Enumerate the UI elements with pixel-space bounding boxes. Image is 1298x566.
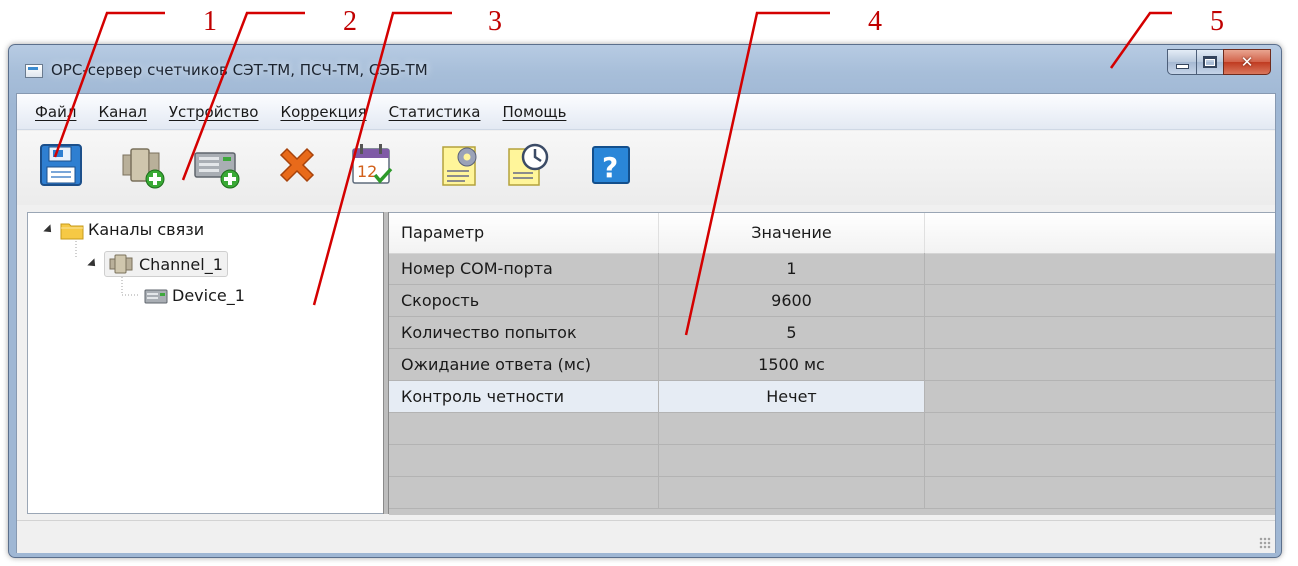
add-device-icon: [194, 152, 240, 189]
application-window: OPC-сервер счетчиков СЭТ-ТМ, ПСЧ-ТМ, СЭБ…: [8, 44, 1282, 558]
save-button[interactable]: [37, 141, 85, 189]
empty-cell: [925, 381, 1275, 412]
table-row[interactable]: Скорость 9600: [389, 285, 1275, 317]
calendar-icon: 12: [352, 144, 393, 184]
toolbar: 12 ?: [17, 131, 1275, 205]
empty-cell: [389, 413, 659, 444]
window-controls: ✕: [1167, 49, 1271, 75]
clock-document-button[interactable]: [505, 141, 553, 189]
empty-cell: [925, 349, 1275, 380]
channel-icon: [109, 254, 133, 274]
param-cell: Контроль четности: [389, 381, 659, 412]
clock-document-icon: [508, 143, 549, 186]
empty-row: [389, 445, 1275, 477]
callout-number-3: 3: [488, 6, 502, 37]
menu-channel[interactable]: Канал: [98, 103, 146, 121]
value-cell[interactable]: 5: [659, 317, 925, 348]
menu-help[interactable]: Помощь: [502, 103, 566, 121]
column-header-parameter[interactable]: Параметр: [389, 213, 659, 253]
empty-cell: [925, 285, 1275, 316]
menu-bar: Файл Канал Устройство Коррекция Статисти…: [17, 94, 1275, 130]
tree-node-label: Channel_1: [139, 254, 223, 274]
callout-number-5: 5: [1210, 6, 1224, 37]
selected-node-box: Channel_1: [104, 251, 228, 277]
save-icon: [40, 144, 82, 186]
settings-document-icon: [442, 146, 477, 186]
tree-node-root[interactable]: Каналы связи: [43, 219, 208, 240]
close-icon: ✕: [1240, 53, 1254, 71]
empty-cell: [389, 445, 659, 476]
close-button[interactable]: ✕: [1223, 49, 1271, 75]
value-cell[interactable]: 9600: [659, 285, 925, 316]
channel-tree: Каналы связи Channel_1 Device_1: [27, 212, 384, 514]
folder-icon: [60, 223, 84, 239]
resize-grip-icon[interactable]: [1259, 537, 1271, 549]
properties-grid: Параметр Значение Номер COM-порта 1 Скор…: [389, 212, 1275, 515]
calendar-button[interactable]: 12: [347, 141, 395, 189]
menu-statistics[interactable]: Статистика: [389, 103, 481, 121]
expand-arrow-icon[interactable]: [43, 223, 55, 236]
settings-document-button[interactable]: [437, 141, 485, 189]
empty-cell: [925, 317, 1275, 348]
column-header-empty: [925, 213, 1275, 253]
menu-correction[interactable]: Коррекция: [280, 103, 366, 121]
delete-button[interactable]: [273, 141, 321, 189]
menu-device[interactable]: Устройство: [169, 103, 259, 121]
grid-header: Параметр Значение: [389, 213, 1275, 254]
menu-file[interactable]: Файл: [35, 103, 76, 121]
maximize-button[interactable]: [1196, 49, 1223, 75]
column-header-value[interactable]: Значение: [659, 213, 925, 253]
empty-cell: [659, 413, 925, 444]
callout-number-4: 4: [868, 6, 882, 37]
empty-cell: [925, 413, 1275, 444]
table-row-selected[interactable]: Контроль четности Нечет: [389, 381, 1275, 413]
delete-icon: [279, 147, 315, 183]
svg-text:12: 12: [357, 162, 377, 181]
help-button[interactable]: ?: [587, 141, 635, 189]
empty-cell: [389, 477, 659, 508]
device-icon: [144, 289, 168, 303]
status-bar: [17, 520, 1275, 553]
add-channel-icon: [122, 148, 165, 189]
table-row[interactable]: Количество попыток 5: [389, 317, 1275, 349]
minimize-button[interactable]: [1167, 49, 1196, 75]
empty-cell: [925, 253, 1275, 284]
value-cell[interactable]: Нечет: [659, 381, 925, 412]
minimize-icon: [1175, 63, 1189, 69]
param-cell: Количество попыток: [389, 317, 659, 348]
tree-node-device[interactable]: Device_1: [144, 285, 249, 306]
title-bar[interactable]: OPC-сервер счетчиков СЭТ-ТМ, ПСЧ-ТМ, СЭБ…: [9, 45, 1281, 93]
empty-row: [389, 477, 1275, 509]
param-cell: Ожидание ответа (мс): [389, 349, 659, 380]
add-device-button[interactable]: [193, 141, 241, 189]
value-cell[interactable]: 1500 мс: [659, 349, 925, 380]
help-icon: ?: [592, 146, 630, 184]
maximize-icon: [1203, 56, 1217, 68]
param-cell: Номер COM-порта: [389, 253, 659, 284]
callout-number-1: 1: [203, 6, 217, 37]
empty-row: [389, 413, 1275, 445]
app-icon[interactable]: [25, 64, 43, 78]
expand-arrow-icon[interactable]: [87, 258, 99, 270]
callout-number-2: 2: [343, 6, 357, 37]
svg-text:?: ?: [602, 151, 618, 184]
window-title: OPC-сервер счетчиков СЭТ-ТМ, ПСЧ-ТМ, СЭБ…: [51, 61, 428, 79]
tree-node-channel[interactable]: Channel_1: [87, 251, 228, 277]
table-row[interactable]: Ожидание ответа (мс) 1500 мс: [389, 349, 1275, 381]
client-area: Файл Канал Устройство Коррекция Статисти…: [16, 93, 1276, 553]
empty-cell: [659, 445, 925, 476]
param-cell: Скорость: [389, 285, 659, 316]
tree-node-label: Device_1: [172, 286, 245, 305]
empty-cell: [925, 477, 1275, 508]
table-row[interactable]: Номер COM-порта 1: [389, 253, 1275, 285]
value-cell[interactable]: 1: [659, 253, 925, 284]
tree-node-label: Каналы связи: [88, 220, 205, 239]
empty-cell: [659, 477, 925, 508]
add-channel-button[interactable]: [119, 141, 167, 189]
empty-cell: [925, 445, 1275, 476]
